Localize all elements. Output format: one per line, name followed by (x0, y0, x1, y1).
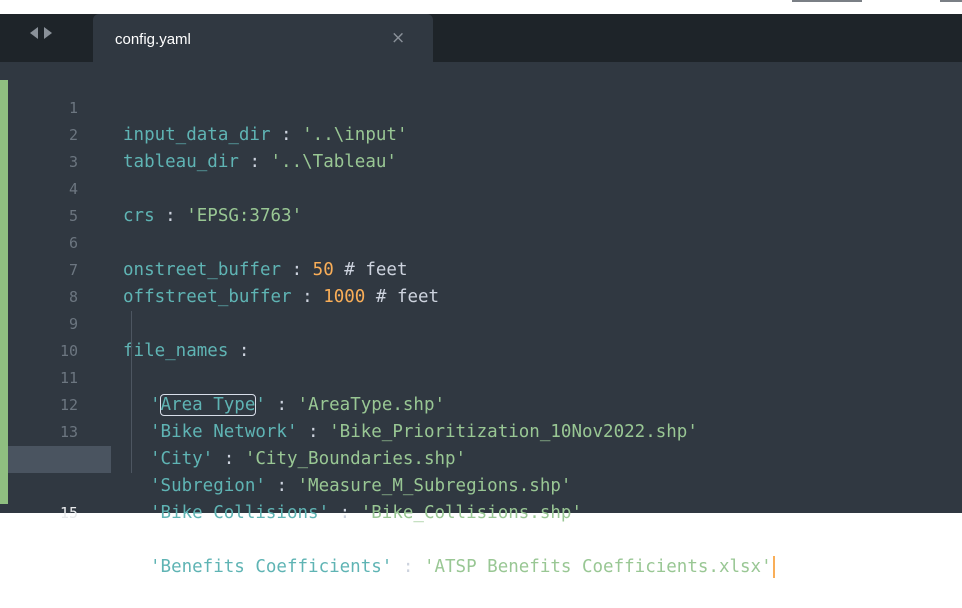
code-line: 5 (0, 176, 962, 225)
indent-guide (131, 311, 132, 338)
close-icon[interactable]: × (391, 28, 405, 48)
indent-guide (131, 446, 132, 473)
indent-guide (131, 338, 132, 365)
code-line: 11 'Bike Network' : 'Bike_Prioritization… (0, 338, 962, 442)
text-cursor (772, 556, 775, 578)
chevron-right-icon[interactable] (44, 27, 52, 39)
code-line: 6 onstreet_buffer : 50 # feet (0, 203, 962, 280)
code-line: 10 'Area Type' : 'AreaType.shp' (0, 311, 962, 416)
editor-window: config.yaml × 1 input_data_dir : '..\inp… (0, 0, 962, 578)
yaml-separator: : (265, 476, 298, 496)
tab-title: config.yaml (115, 31, 191, 48)
indent-guide (131, 392, 132, 419)
indent-guide (131, 365, 132, 392)
yaml-key: 'Subregion' (150, 476, 266, 496)
chevron-left-icon[interactable] (30, 27, 38, 39)
top-strip (0, 0, 962, 14)
code-line: 3 (0, 122, 962, 171)
yaml-separator: : (329, 503, 361, 523)
line-number: 15 (59, 504, 78, 522)
tab-nav-arrows (30, 27, 52, 39)
code-line: 4 crs : 'EPSG:3763' (0, 149, 962, 226)
tab-bar: config.yaml × (0, 0, 962, 62)
code-line: 1 input_data_dir : '..\input' (0, 68, 962, 145)
code-line: 9 file_names : (0, 284, 962, 361)
yaml-string: 'Measure_M_Subregions.shp' (297, 476, 572, 496)
code-line: 14 'Bike Collisions' : 'Bike_Collisions.… (0, 419, 962, 523)
code-line: 8 (0, 257, 962, 306)
yaml-separator: : (392, 557, 424, 577)
yaml-string: 'Bike_Collisions.shp' (360, 503, 582, 523)
indent-guide (131, 419, 132, 446)
code-line: 7 offstreet_buffer : 1000 # feet (0, 230, 962, 307)
top-strip-mark (940, 0, 962, 2)
code-line: 2 tableau_dir : '..\Tableau' (0, 95, 962, 172)
tab-config-yaml[interactable]: config.yaml × (93, 14, 433, 62)
yaml-string: 'ATSP Benefits Coefficients.xlsx' (423, 557, 772, 577)
yaml-key: 'Benefits Coefficients' (150, 557, 393, 577)
code-line: 12 'City' : 'City_Boundaries.shp' (0, 365, 962, 469)
active-line-highlight (8, 446, 111, 473)
code-line: 13 'Subregion' : 'Measure_M_Subregions.s… (0, 392, 962, 496)
code-line-active: 15 'Benefits Coefficients' : 'ATSP Benef… (0, 446, 962, 578)
yaml-key: 'Bike Collisions' (150, 503, 330, 523)
top-strip-mark (792, 0, 862, 2)
code-editor[interactable]: 1 input_data_dir : '..\input' 2 tableau_… (0, 68, 962, 578)
